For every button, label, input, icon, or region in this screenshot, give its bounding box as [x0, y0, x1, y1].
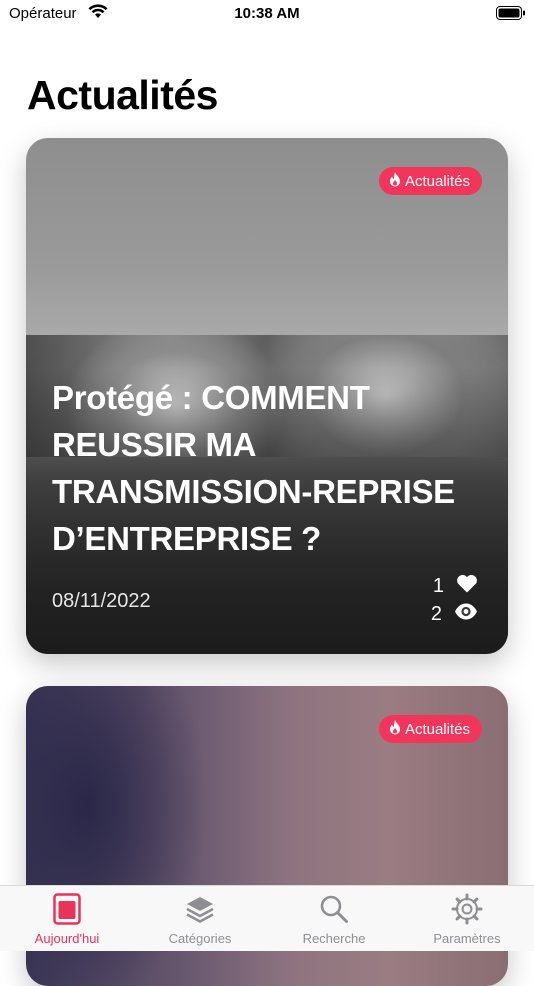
flame-icon — [389, 171, 401, 191]
tab-bar: Aujourd'hui Catégories Recherche Paramèt… — [0, 885, 534, 951]
category-badge: Actualités — [378, 715, 482, 743]
likes-count: 1 — [433, 574, 478, 599]
gear-icon — [400, 892, 534, 926]
tab-label: Catégories — [168, 931, 232, 946]
eye-icon — [454, 603, 478, 626]
tab-categories[interactable]: Catégories — [133, 892, 267, 946]
likes-value: 1 — [432, 575, 444, 597]
badge-label: Actualités — [404, 172, 470, 190]
page-title: Actualités — [27, 72, 218, 118]
tab-settings[interactable]: Paramètres — [400, 892, 534, 946]
tab-today[interactable]: Aujourd'hui — [0, 892, 134, 946]
tab-search[interactable]: Recherche — [267, 892, 401, 946]
battery-icon — [496, 6, 526, 24]
layers-icon — [133, 892, 267, 926]
clock: 10:38 AM — [234, 5, 300, 22]
article-title: Protégé : COMMENT REUSSIR MA TRANSMISSIO… — [52, 379, 455, 557]
category-badge: Actualités — [378, 167, 482, 195]
flame-icon — [389, 719, 401, 739]
search-icon — [267, 892, 401, 926]
heart-icon — [456, 574, 478, 599]
article-date: 08/11/2022 — [52, 590, 151, 612]
views-value: 2 — [430, 603, 442, 625]
views-count: 2 — [431, 603, 478, 626]
badge-label: Actualités — [404, 720, 470, 738]
tab-label: Aujourd'hui — [34, 931, 100, 946]
tab-label: Recherche — [302, 931, 366, 946]
tab-label: Paramètres — [433, 931, 501, 946]
article-card[interactable]: Actualités Protégé : COMMENT REUSSIR MA … — [26, 138, 508, 654]
today-icon — [0, 892, 134, 926]
status-bar: Opérateur 10:38 AM — [0, 0, 534, 28]
